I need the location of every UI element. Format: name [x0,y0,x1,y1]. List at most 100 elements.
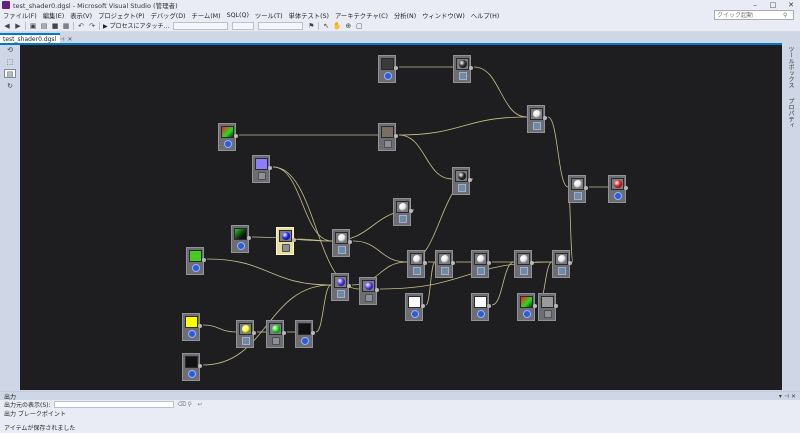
shader-node-n2[interactable] [453,55,473,83]
back-icon[interactable]: ◀ [3,22,11,30]
menu-sql[interactable]: SQL(Q) [227,12,249,19]
menu-project[interactable]: プロジェクト(P) [98,11,145,20]
output-port[interactable] [234,134,238,138]
shader-node-n8[interactable] [568,175,588,203]
shader-node-n3[interactable] [218,123,238,151]
output-port[interactable] [554,304,558,308]
output-port[interactable] [348,240,352,244]
output-port[interactable] [247,236,251,240]
quick-launch[interactable]: ⚲ [714,10,794,20]
output-port[interactable] [468,178,472,182]
shader-node-n6[interactable] [252,155,272,183]
shader-node-n5[interactable] [527,105,547,133]
output-port[interactable] [451,261,455,265]
new-project-icon[interactable]: ▣ [29,22,37,30]
output-find-icon[interactable]: ⚲ [188,401,194,408]
shader-node-n15[interactable] [407,250,427,278]
shader-node-n13[interactable] [332,229,352,257]
shader-node-n19[interactable] [552,250,572,278]
move-tool-icon[interactable]: ⬚ [4,57,16,66]
shader-node-n10[interactable] [393,198,413,226]
output-port[interactable] [268,166,272,170]
menu-file[interactable]: ファイル(F) [3,11,37,20]
output-port[interactable] [394,134,398,138]
toolbar-flag-icon[interactable]: ⚑ [307,22,315,30]
menu-debug[interactable]: デバッグ(D) [151,11,186,20]
output-port[interactable] [469,66,473,70]
shader-node-n24[interactable] [517,293,537,321]
quick-launch-input[interactable] [717,11,783,19]
breakpoint-tab[interactable]: 出力 ブレークポイント [4,409,66,418]
shader-node-n12[interactable] [276,227,296,255]
shader-node-n27[interactable] [236,320,256,348]
output-port[interactable] [347,284,351,288]
shader-node-n16[interactable] [435,250,455,278]
zoom-tool-icon[interactable]: ⊕ [344,22,352,30]
solution-config-combo[interactable] [173,21,229,30]
document-tab[interactable]: test_shader0.dgsl ⊣ ✕ [0,33,73,43]
shader-node-n28[interactable] [266,320,286,348]
output-port[interactable] [543,116,547,120]
pointer-tool-icon[interactable]: ⟲ [4,45,16,54]
panel-controls-icon[interactable]: ▾ ⊣ ✕ [779,393,796,400]
output-port[interactable] [311,331,315,335]
output-port[interactable] [487,304,491,308]
redo-icon[interactable]: ↷ [88,22,96,30]
menu-tools[interactable]: ツール(T) [255,11,283,20]
minimize-button[interactable]: – [746,0,764,10]
shader-node-n4[interactable] [378,123,398,151]
forward-icon[interactable]: ▶ [14,22,22,30]
platform-combo[interactable] [232,21,255,30]
menu-edit[interactable]: 編集(E) [43,11,65,20]
menu-architecture[interactable]: アーキテクチャ(C) [335,11,388,20]
output-port[interactable] [282,331,286,335]
close-icon[interactable]: ✕ [67,36,72,43]
output-port[interactable] [533,304,537,308]
menu-analyze[interactable]: 分析(N) [394,11,416,20]
fit-view-icon[interactable]: ▢ [355,22,363,30]
undo-icon[interactable]: ↶ [77,22,85,30]
output-port[interactable] [530,261,534,265]
output-port[interactable] [421,304,425,308]
toolbox-tab[interactable]: ツールボックス [786,46,795,88]
shader-node-n1[interactable] [378,55,398,83]
output-port[interactable] [375,288,379,292]
properties-tab[interactable]: プロパティ [786,98,795,128]
shader-node-n11[interactable] [231,225,251,253]
shader-node-n23[interactable] [471,293,491,321]
menu-test[interactable]: 単体テスト(S) [289,11,329,20]
output-port[interactable] [624,186,628,190]
rotate-tool-icon[interactable]: ↻ [4,81,16,90]
output-port[interactable] [252,331,256,335]
output-port[interactable] [487,261,491,265]
output-clear-icon[interactable]: ⌫ [178,401,186,408]
shader-designer-canvas[interactable] [20,45,782,390]
shader-preview-icon[interactable]: ▤ [4,69,16,78]
menu-window[interactable]: ウィンドウ(W) [422,11,465,20]
open-icon[interactable]: ▤ [40,22,48,30]
output-source-combo[interactable] [53,401,174,408]
shader-node-n26[interactable] [182,313,202,341]
output-port[interactable] [202,258,206,262]
menu-view[interactable]: 表示(V) [70,11,92,20]
shader-node-n22[interactable] [405,293,425,321]
find-combo[interactable] [258,21,304,30]
shader-node-n17[interactable] [471,250,491,278]
output-port[interactable] [198,324,202,328]
close-button[interactable]: ✕ [782,0,800,10]
output-port[interactable] [198,364,202,368]
output-port[interactable] [568,261,572,265]
maximize-button[interactable]: □ [764,0,782,10]
output-port[interactable] [423,261,427,265]
select-tool-icon[interactable]: ↖ [322,22,330,30]
menu-help[interactable]: ヘルプ(H) [471,11,500,20]
shader-node-n21[interactable] [359,277,379,305]
pan-tool-icon[interactable]: ✋ [333,22,342,30]
output-port[interactable] [409,209,413,213]
output-port[interactable] [292,238,296,242]
shader-node-n29[interactable] [295,320,315,348]
output-port[interactable] [584,186,588,190]
menu-team[interactable]: チーム(M) [192,11,221,20]
shader-node-n7[interactable] [452,167,472,195]
shader-node-n18[interactable] [514,250,534,278]
